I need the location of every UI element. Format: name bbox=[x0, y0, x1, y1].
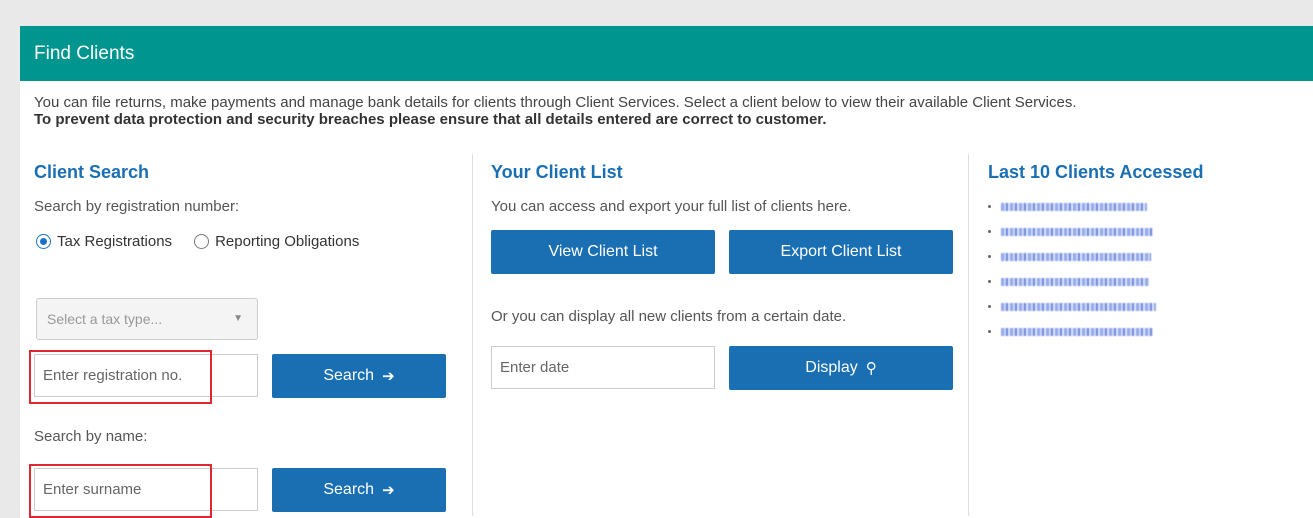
recent-client-item[interactable] bbox=[988, 319, 1156, 344]
arrow-right-icon: ➔ bbox=[382, 482, 395, 499]
intro-text: You can file returns, make payments and … bbox=[34, 94, 1077, 128]
registration-type-radio-group: Tax Registrations Reporting Obligations bbox=[36, 233, 359, 250]
display-button[interactable]: Display ⚲ bbox=[729, 346, 953, 390]
search-button-label: Search bbox=[323, 367, 375, 384]
search-button-label: Search bbox=[323, 481, 375, 498]
view-client-list-button[interactable]: View Client List bbox=[491, 230, 715, 274]
tax-type-select[interactable]: Select a tax type... ▼ bbox=[36, 298, 258, 340]
page-title: Find Clients bbox=[20, 26, 1313, 81]
date-placeholder: Enter date bbox=[500, 359, 570, 376]
find-clients-panel: Find Clients You can file returns, make … bbox=[20, 26, 1313, 518]
client-search-title: Client Search bbox=[34, 162, 150, 182]
recent-clients-section: Last 10 Clients Accessed bbox=[988, 162, 1308, 336]
bullet bbox=[988, 305, 991, 308]
view-client-list-label: View Client List bbox=[548, 243, 658, 260]
redacted-client-link[interactable] bbox=[1001, 277, 1149, 286]
date-input[interactable]: Enter date bbox=[491, 346, 715, 389]
client-list-description: You can access and export your full list… bbox=[491, 198, 852, 215]
highlight-box bbox=[29, 350, 212, 404]
intro-warning: To prevent data protection and security … bbox=[34, 111, 827, 128]
recent-clients-list bbox=[988, 194, 1156, 344]
bullet bbox=[988, 205, 991, 208]
recent-client-item[interactable] bbox=[988, 244, 1156, 269]
column-divider bbox=[968, 154, 969, 516]
client-search-section: Client Search Search by registration num… bbox=[29, 162, 459, 518]
redacted-client-link[interactable] bbox=[1001, 252, 1151, 261]
bullet bbox=[988, 255, 991, 258]
export-client-list-label: Export Client List bbox=[780, 243, 902, 260]
redacted-client-link[interactable] bbox=[1001, 327, 1153, 336]
recent-client-item[interactable] bbox=[988, 194, 1156, 219]
tax-type-placeholder: Select a tax type... bbox=[47, 311, 163, 327]
date-description: Or you can display all new clients from … bbox=[491, 308, 847, 325]
display-button-label: Display bbox=[805, 359, 858, 376]
intro-line: You can file returns, make payments and … bbox=[34, 94, 1077, 111]
search-registration-button[interactable]: Search ➔ bbox=[272, 354, 446, 398]
recent-client-item[interactable] bbox=[988, 269, 1156, 294]
bullet bbox=[988, 230, 991, 233]
export-client-list-button[interactable]: Export Client List bbox=[729, 230, 953, 274]
redacted-client-link[interactable] bbox=[1001, 202, 1147, 211]
radio-tax-registrations[interactable] bbox=[36, 234, 51, 249]
radio-tax-registrations-label[interactable]: Tax Registrations bbox=[57, 233, 172, 250]
search-by-reg-label: Search by registration number: bbox=[34, 198, 240, 215]
bullet bbox=[988, 280, 991, 283]
search-by-name-label: Search by name: bbox=[34, 428, 148, 445]
recent-clients-title: Last 10 Clients Accessed bbox=[988, 162, 1204, 182]
bullet bbox=[988, 330, 991, 333]
column-divider bbox=[472, 154, 473, 516]
redacted-client-link[interactable] bbox=[1001, 227, 1153, 236]
client-list-title: Your Client List bbox=[491, 162, 623, 182]
recent-client-item[interactable] bbox=[988, 219, 1156, 244]
highlight-box bbox=[29, 464, 212, 518]
chevron-down-icon: ▼ bbox=[233, 313, 243, 324]
recent-client-item[interactable] bbox=[988, 294, 1156, 319]
search-icon: ⚲ bbox=[865, 360, 877, 377]
radio-reporting-obligations-label[interactable]: Reporting Obligations bbox=[215, 233, 359, 250]
redacted-client-link[interactable] bbox=[1001, 302, 1156, 311]
search-name-button[interactable]: Search ➔ bbox=[272, 468, 446, 512]
radio-reporting-obligations[interactable] bbox=[194, 234, 210, 249]
client-list-section: Your Client List You can access and expo… bbox=[491, 162, 966, 390]
arrow-right-icon: ➔ bbox=[382, 368, 395, 385]
